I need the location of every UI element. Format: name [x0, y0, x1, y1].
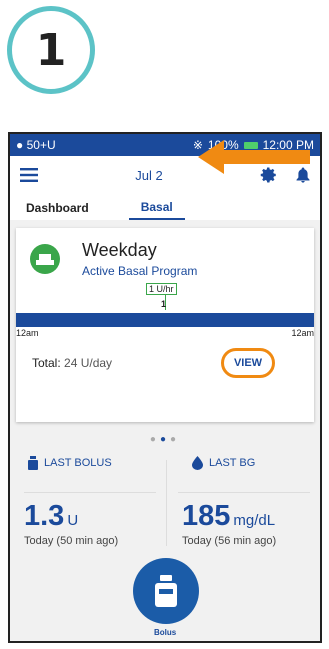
pod-icon: ●	[16, 138, 24, 152]
program-name: Weekday	[82, 240, 157, 260]
start-time-label: 12am	[16, 328, 39, 338]
page-dot: ●	[149, 434, 160, 445]
bar-value-label: 1	[161, 299, 167, 309]
view-button[interactable]: VIEW	[221, 348, 275, 378]
page-indicator: ●●●	[10, 434, 320, 445]
insulin-vial-icon	[28, 456, 38, 470]
last-bolus-value: 1.3	[24, 500, 65, 532]
last-bolus-time: Today (50 min ago)	[24, 535, 119, 547]
basal-program-card: Weekday Active Basal Program 1 U/hr 1 12…	[16, 228, 314, 422]
tab-basal[interactable]: Basal	[128, 200, 185, 220]
app-bar-date: Jul 2	[135, 167, 163, 183]
last-bolus-label: LAST BOLUS	[44, 457, 112, 469]
vertical-divider	[166, 460, 167, 546]
bolus-button[interactable]	[133, 558, 199, 624]
rate-label: 1 U/hr	[146, 283, 177, 295]
last-bolus-header: LAST BOLUS	[28, 456, 112, 470]
last-bg-label: LAST BG	[209, 457, 256, 469]
last-bg-panel: LAST BG	[192, 456, 255, 470]
last-bg-value-block: 185 mg/dL Today (56 min ago)	[182, 500, 276, 547]
page-dot-active: ●	[159, 434, 171, 445]
phone-screen: ● 50+U ※ 100% 12:00 PM Jul 2 Dashboard B…	[8, 132, 322, 643]
last-bolus-panel: LAST BOLUS	[28, 456, 112, 470]
blood-drop-icon	[192, 456, 203, 470]
tab-bar: Dashboard Basal	[10, 194, 320, 220]
insulin-remaining: 50+U	[26, 138, 56, 152]
status-left: ● 50+U	[16, 138, 56, 152]
program-status: Active Basal Program	[82, 264, 198, 278]
basal-program-icon	[30, 244, 60, 274]
menu-icon[interactable]	[20, 168, 38, 182]
last-bg-value: 185	[182, 500, 231, 532]
end-time-label: 12am	[291, 328, 314, 338]
last-bg-unit: mg/dL	[233, 512, 276, 529]
step-number-badge: 1	[7, 6, 95, 94]
insulin-vial-icon	[155, 575, 177, 607]
divider	[24, 492, 156, 493]
last-bg-time: Today (56 min ago)	[182, 535, 277, 547]
bolus-button-label: Bolus	[154, 628, 177, 637]
step-number: 1	[35, 24, 67, 76]
last-bg-header: LAST BG	[192, 456, 255, 470]
divider	[178, 492, 310, 493]
total-daily-basal: Total: 24 U/day	[32, 356, 112, 370]
total-value: 24 U/day	[64, 356, 113, 370]
tab-dashboard[interactable]: Dashboard	[26, 201, 89, 220]
basal-rate-bar	[16, 313, 314, 327]
last-bolus-value-block: 1.3 U Today (50 min ago)	[24, 500, 118, 547]
last-bolus-unit: U	[67, 512, 79, 529]
pointer-arrow-icon	[198, 140, 310, 174]
total-label: Total:	[32, 356, 61, 370]
page-dot: ●	[170, 434, 181, 445]
